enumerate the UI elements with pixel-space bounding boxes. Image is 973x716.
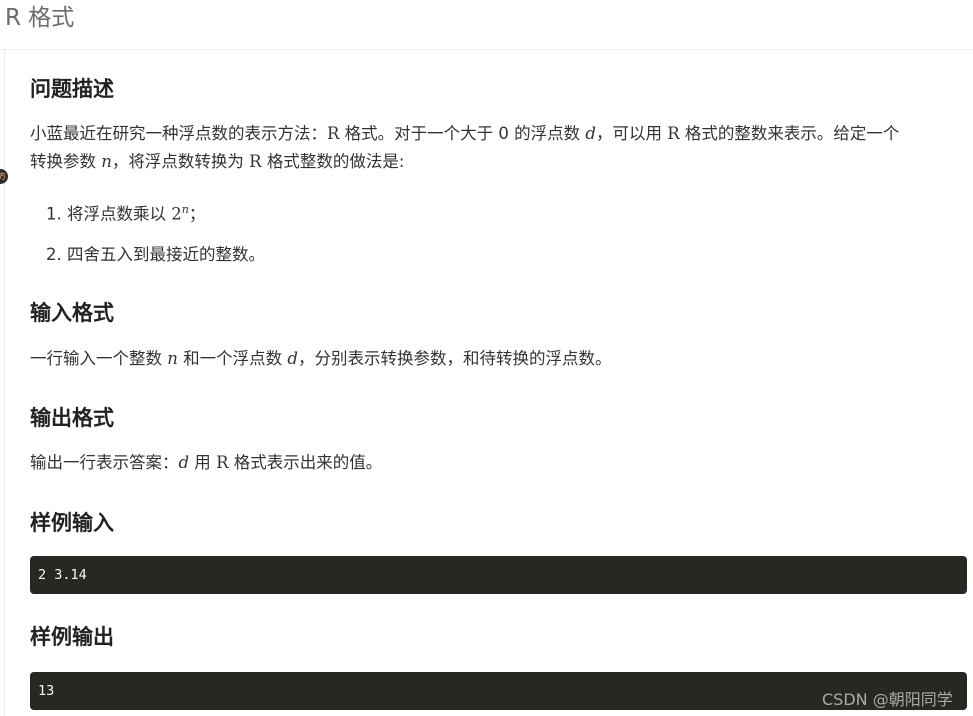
top-bar: R 格式 [0,0,973,50]
side-badge[interactable]: 方 [0,169,8,184]
output-description: 输出一行表示答案：d 用 R 格式表示出来的值。 [30,453,383,472]
heading-sample-output: 样例输出 [30,625,114,649]
input-description: 一行输入一个整数 n 和一个浮点数 d，分别表示转换参数，和待转换的浮点数。 [30,349,612,368]
list-item: 1. 将浮点数乘以 2n； [46,203,206,224]
page-title: R 格式 [5,5,75,31]
problem-line1: 小蓝最近在研究一种浮点数的表示方法：R 格式。对于一个大于 0 的浮点数 d，可… [30,124,900,143]
list-item: 2. 四舍五入到最接近的整数。 [46,245,265,264]
heading-sample-input: 样例输入 [30,511,114,535]
watermark: CSDN @朝阳同学 [822,690,953,709]
heading-problem: 问题描述 [30,77,114,101]
problem-description: 小蓝最近在研究一种浮点数的表示方法：R 格式。对于一个大于 0 的浮点数 d，可… [30,120,960,176]
sample-input-code[interactable]: 2 3.14 [30,556,967,594]
heading-output: 输出格式 [30,406,114,430]
problem-line2: 转换参数 n，将浮点数转换为 R 格式整数的做法是: [30,152,405,171]
left-border [4,50,5,716]
heading-input: 输入格式 [30,301,114,325]
conversion-steps: 1. 将浮点数乘以 2n； 2. 四舍五入到最接近的整数。 [46,196,265,286]
